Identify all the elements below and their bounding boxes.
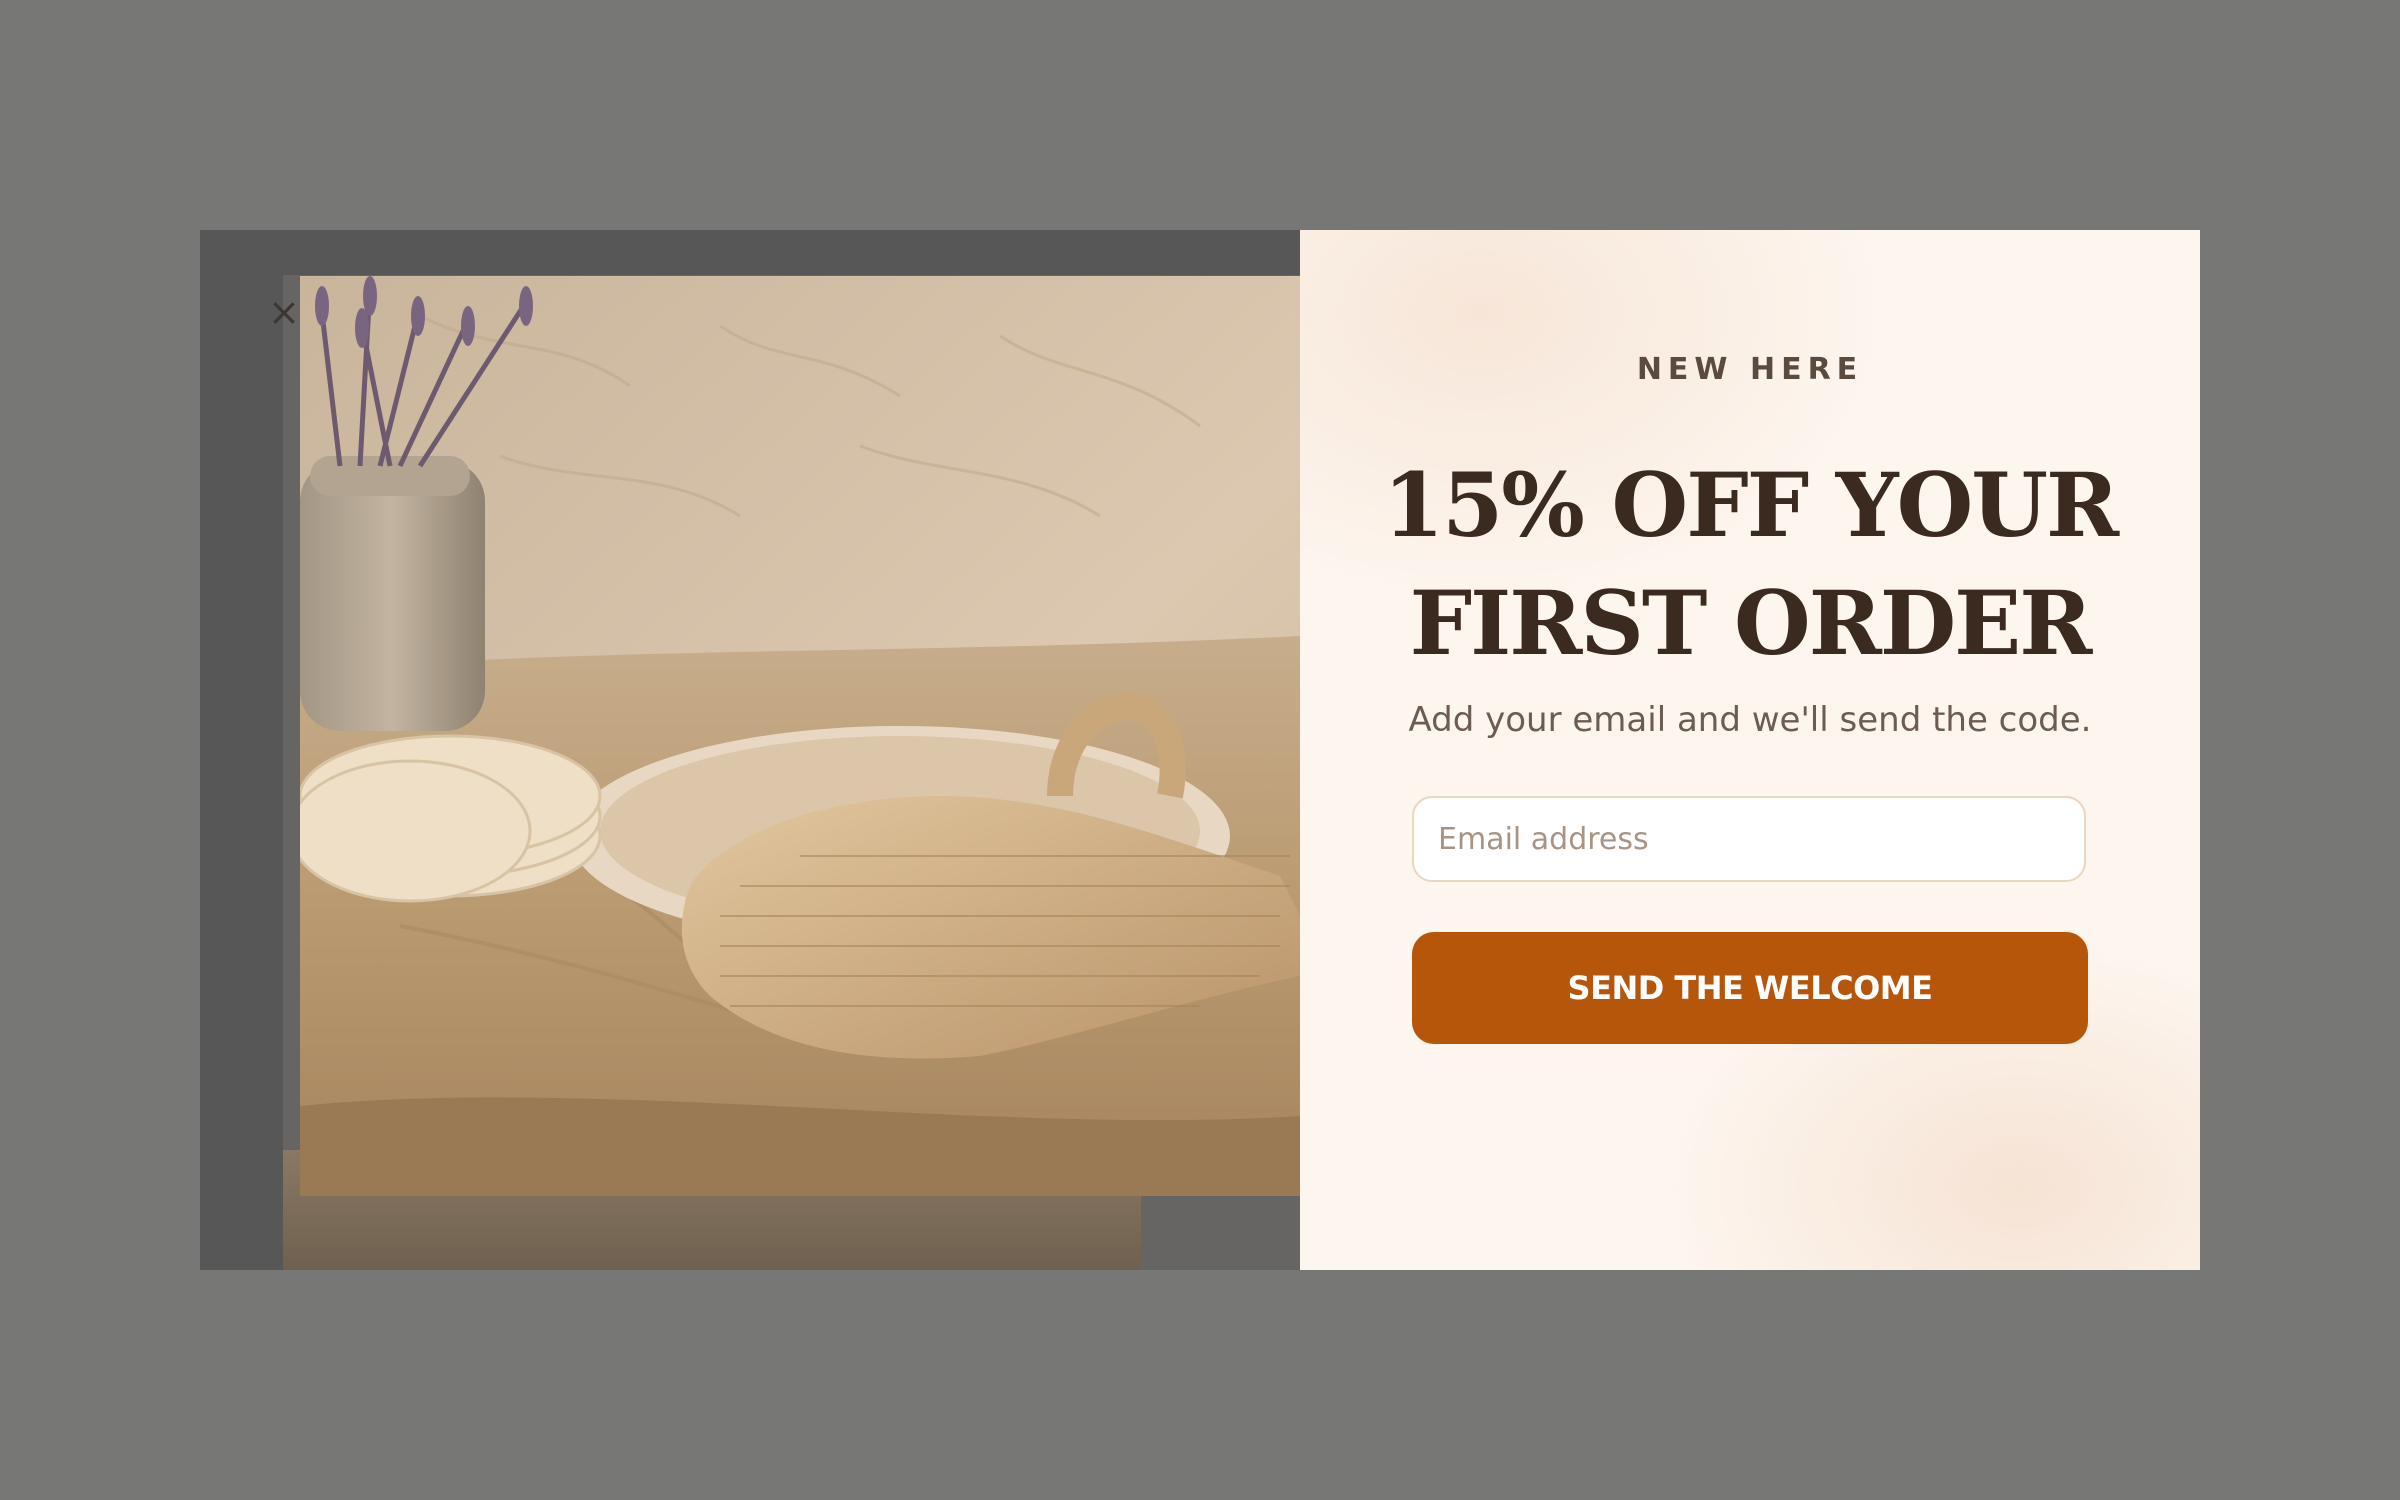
headline-line-2: FIRST ORDER: [1409, 571, 2093, 675]
offer-headline: 15% OFF YOUR FIRST ORDER: [1360, 446, 2140, 682]
offer-subtext: Add your email and we'll send the code.: [1408, 700, 2092, 740]
close-icon[interactable]: ×: [264, 292, 304, 332]
welcome-popup: × NEW HERE 15% OFF YOUR FIRST ORDER Add …: [200, 230, 2200, 1270]
send-welcome-button[interactable]: SEND THE WELCOME: [1412, 932, 2088, 1044]
headline-line-1: 15% OFF YOUR: [1382, 453, 2119, 557]
popup-content-panel: NEW HERE 15% OFF YOUR FIRST ORDER Add yo…: [1300, 230, 2200, 1270]
linen-still-life-illustration: [300, 276, 1300, 1196]
popup-media: ×: [200, 230, 1300, 1270]
email-input[interactable]: [1412, 796, 2086, 882]
eyebrow-text: NEW HERE: [1636, 352, 1864, 387]
product-photo: [300, 276, 1300, 1196]
